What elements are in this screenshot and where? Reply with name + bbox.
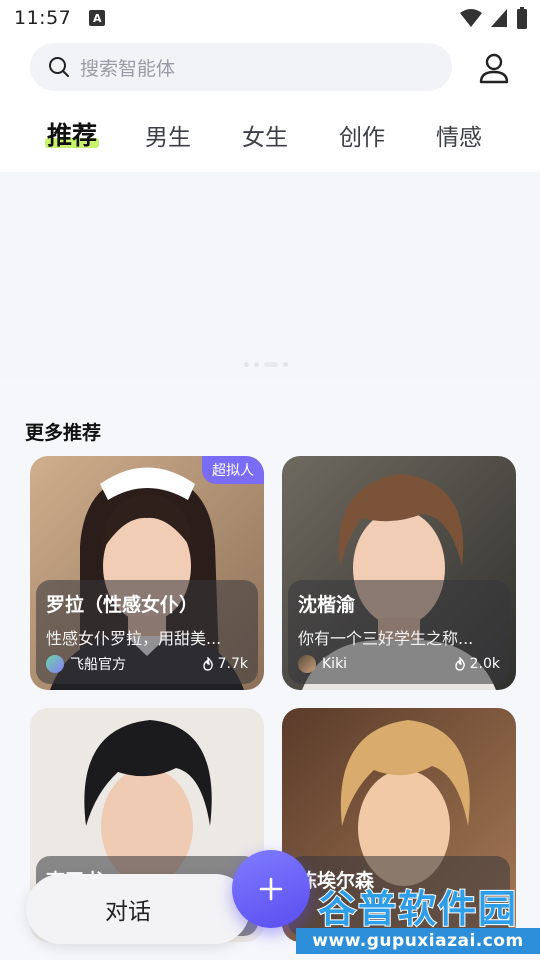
search-input[interactable]: 搜索智能体 <box>30 43 452 91</box>
plus-icon <box>259 877 283 901</box>
card-meta: Kiki 2.0k <box>298 654 500 674</box>
agent-card[interactable]: 沈楷渝 你有一个三好学生之称... Kiki 2.0k <box>282 456 516 690</box>
heat-value: 7.7k <box>217 656 248 672</box>
carousel-dot-active <box>264 362 278 367</box>
section-title: 更多推荐 <box>25 422 102 444</box>
search-row: 搜索智能体 <box>0 43 540 91</box>
tab-female[interactable]: 女生 <box>242 118 288 152</box>
card-meta: 飞船官方 7.7k <box>46 654 248 674</box>
chat-button[interactable]: 对话 <box>26 874 250 944</box>
agent-card[interactable]: 超拟人 罗拉（性感女仆） 性感女仆罗拉，用甜美... 飞船官方 7.7k <box>30 456 264 690</box>
tab-emotion[interactable]: 情感 <box>436 118 482 152</box>
banner-carousel[interactable] <box>0 172 540 382</box>
tab-label: 推荐 <box>47 121 98 150</box>
category-tabs: 推荐 男生 女生 创作 情感 <box>0 112 540 158</box>
carousel-dot <box>283 362 288 367</box>
chat-button-label: 对话 <box>105 899 151 925</box>
agent-description: 性感女仆罗拉，用甜美... <box>46 629 222 648</box>
tab-male[interactable]: 男生 <box>145 118 191 152</box>
carousel-dot <box>244 362 249 367</box>
agent-name: 罗拉（性感女仆） <box>46 594 199 616</box>
agent-description: 你有一个三好学生之称... <box>298 629 474 648</box>
search-icon <box>49 57 69 77</box>
search-placeholder: 搜索智能体 <box>80 57 176 80</box>
carousel-dot <box>254 362 259 367</box>
watermark-url: www.gupuxiazai.com <box>296 928 540 954</box>
tab-label: 情感 <box>436 125 482 151</box>
author-avatar <box>298 655 316 673</box>
watermark-title: 谷普软件园 <box>317 886 518 932</box>
agent-name: 沈楷渝 <box>298 594 356 616</box>
tab-recommend[interactable]: 推荐 <box>45 116 100 152</box>
author-avatar <box>46 655 64 673</box>
flame-icon <box>454 657 465 671</box>
wifi-icon <box>460 9 482 27</box>
notification-a-icon: A <box>89 10 106 26</box>
carousel-indicator <box>244 362 288 367</box>
tab-create[interactable]: 创作 <box>339 118 385 152</box>
tab-label: 女生 <box>242 125 288 151</box>
battery-icon <box>517 7 527 29</box>
status-bar: 11:57 A <box>0 0 540 36</box>
heat-value: 2.0k <box>469 656 500 672</box>
super-realistic-badge: 超拟人 <box>202 456 264 484</box>
tab-label: 创作 <box>339 125 385 151</box>
author-name: 飞船官方 <box>70 657 126 673</box>
status-time: 11:57 <box>14 7 72 29</box>
flame-icon <box>202 657 213 671</box>
author-name: Kiki <box>322 656 348 672</box>
cellular-signal-icon <box>491 9 507 27</box>
user-icon <box>479 53 509 84</box>
watermark: 谷普软件园 www.gupuxiazai.com <box>296 878 540 960</box>
card-info-panel: 罗拉（性感女仆） 性感女仆罗拉，用甜美... 飞船官方 7.7k <box>36 580 258 684</box>
heat-count: 2.0k <box>454 656 500 672</box>
tab-label: 男生 <box>145 125 191 151</box>
status-icons <box>460 7 528 29</box>
profile-button[interactable] <box>476 50 512 86</box>
heat-count: 7.7k <box>202 656 248 672</box>
card-info-panel: 沈楷渝 你有一个三好学生之称... Kiki 2.0k <box>288 580 510 684</box>
